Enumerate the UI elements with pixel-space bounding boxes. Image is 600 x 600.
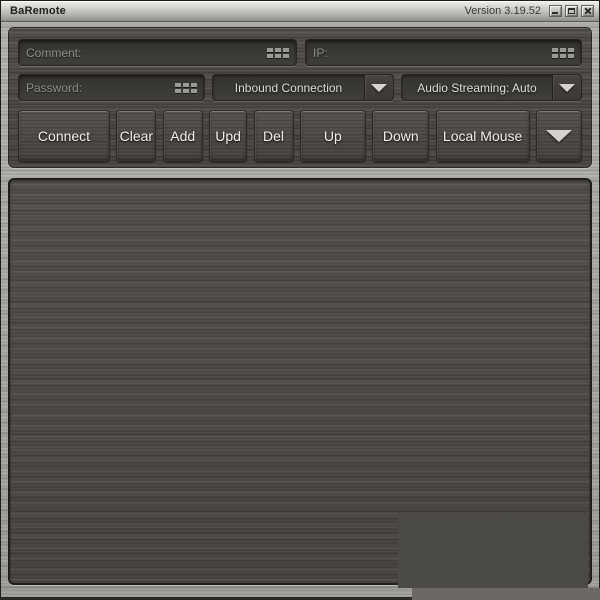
comment-placeholder: Comment: xyxy=(26,46,81,60)
key-dot xyxy=(183,89,189,93)
key-dot xyxy=(175,89,181,93)
ip-input[interactable]: IP: xyxy=(305,39,582,66)
audio-streaming-dropdown[interactable]: Audio Streaming: Auto xyxy=(401,74,582,101)
chevron-down-icon xyxy=(371,84,387,92)
titlebar[interactable]: BaRemote Version 3.19.52 xyxy=(1,1,599,22)
key-dot xyxy=(283,54,289,58)
password-input[interactable]: Password: xyxy=(18,74,205,101)
connection-mode-value: Inbound Connection xyxy=(213,75,364,100)
maximize-icon xyxy=(568,8,575,14)
upd-button[interactable]: Upd xyxy=(209,110,247,162)
key-dot xyxy=(175,83,181,87)
app-window: BaRemote Version 3.19.52 Comment: IP xyxy=(0,0,600,600)
del-button[interactable]: Del xyxy=(254,110,294,162)
overlay-window-fragment xyxy=(398,513,588,588)
key-dot xyxy=(283,48,289,52)
dropdown-arrow-segment[interactable] xyxy=(364,75,393,100)
clear-button[interactable]: Clear xyxy=(116,110,156,162)
key-dot xyxy=(191,89,197,93)
comment-input[interactable]: Comment: xyxy=(18,39,297,66)
add-button[interactable]: Add xyxy=(163,110,203,162)
comment-ip-row: Comment: IP: xyxy=(18,39,582,66)
close-icon xyxy=(583,7,592,15)
key-dot xyxy=(275,48,281,52)
ip-placeholder: IP: xyxy=(313,46,328,60)
more-options-button[interactable] xyxy=(536,110,582,162)
key-dot xyxy=(267,54,273,58)
password-placeholder: Password: xyxy=(26,81,82,95)
action-button-row: Connect Clear Add Upd Del Up Down Local … xyxy=(18,110,582,162)
key-dot xyxy=(267,48,273,52)
key-dot xyxy=(560,48,566,52)
password-options-row: Password: Inbound Connection Audio Strea… xyxy=(18,74,582,101)
connect-button[interactable]: Connect xyxy=(18,110,110,162)
dropdown-arrow-icon xyxy=(546,130,572,142)
dropdown-arrow-segment[interactable] xyxy=(552,75,581,100)
minimize-button[interactable] xyxy=(549,5,562,17)
keyboard-icon[interactable] xyxy=(175,83,197,93)
control-panel: Comment: IP: Password: Inbound Conne xyxy=(8,27,592,168)
maximize-button[interactable] xyxy=(565,5,578,17)
key-dot xyxy=(560,54,566,58)
window-title: BaRemote xyxy=(1,5,66,17)
key-dot xyxy=(275,54,281,58)
down-button[interactable]: Down xyxy=(372,110,429,162)
key-dot xyxy=(568,54,574,58)
chevron-down-icon xyxy=(559,84,575,92)
keyboard-icon[interactable] xyxy=(267,48,289,58)
key-dot xyxy=(568,48,574,52)
key-dot xyxy=(552,54,558,58)
local-mouse-button[interactable]: Local Mouse xyxy=(436,110,530,162)
connection-mode-dropdown[interactable]: Inbound Connection xyxy=(212,74,394,101)
close-button[interactable] xyxy=(581,5,594,17)
key-dot xyxy=(552,48,558,52)
up-button[interactable]: Up xyxy=(300,110,366,162)
key-dot xyxy=(191,83,197,87)
version-label: Version 3.19.52 xyxy=(465,5,541,17)
keyboard-icon[interactable] xyxy=(552,48,574,58)
overlay-strip-fragment xyxy=(412,588,600,600)
audio-streaming-value: Audio Streaming: Auto xyxy=(402,75,552,100)
minimize-icon xyxy=(552,12,558,14)
key-dot xyxy=(183,83,189,87)
titlebar-controls: Version 3.19.52 xyxy=(465,5,599,17)
